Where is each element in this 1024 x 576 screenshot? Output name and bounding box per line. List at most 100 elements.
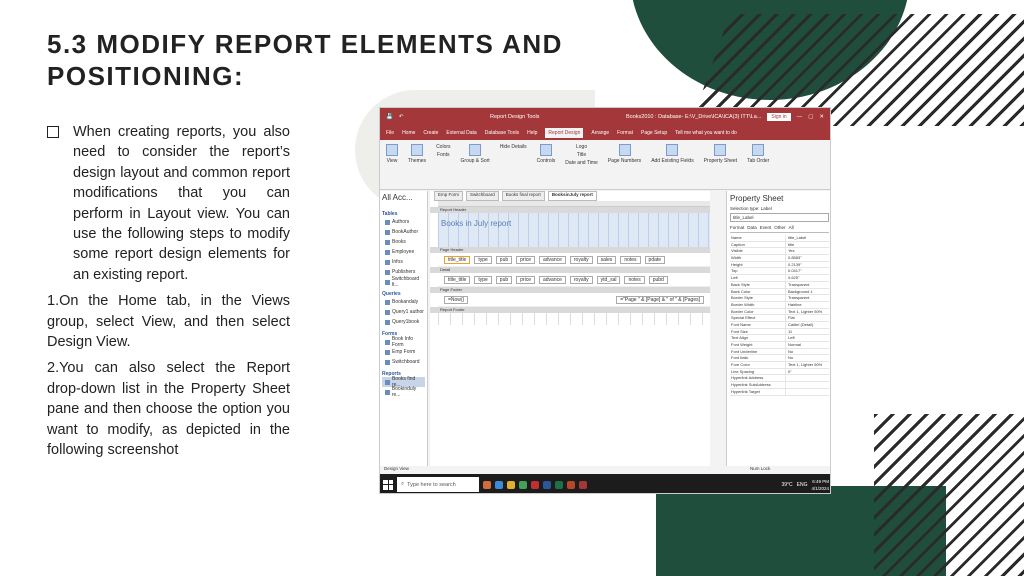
object-selector-dropdown[interactable]: title_Label	[730, 213, 829, 222]
detail-field[interactable]: price	[516, 275, 535, 284]
nav-item[interactable]: Book Info Form	[382, 336, 425, 348]
tab-external-data[interactable]: External Data	[446, 130, 476, 136]
nav-item[interactable]: Switchboard It...	[382, 276, 425, 288]
tab-report-design[interactable]: Report Design	[545, 128, 584, 138]
property-value[interactable]	[785, 375, 829, 382]
nav-item[interactable]: Infos	[382, 257, 425, 267]
header-field[interactable]: title_title	[444, 255, 471, 264]
undo-icon[interactable]: ↶	[399, 114, 404, 120]
property-row[interactable]: Fore Color Text 1, Lighter 50%	[730, 362, 829, 369]
report-title-label[interactable]: Books in July report	[441, 219, 511, 228]
group-sort-button[interactable]: Group & Sort	[461, 144, 490, 164]
property-value[interactable]: No	[785, 355, 829, 362]
header-field[interactable]: pub	[495, 255, 513, 264]
ps-tab[interactable]: All	[789, 225, 794, 232]
header-field[interactable]: pdate	[644, 255, 666, 264]
property-value[interactable]: Calibri (Detail)	[785, 321, 829, 328]
property-value[interactable]: Flat	[785, 315, 829, 321]
detail-field[interactable]: type	[474, 275, 492, 284]
nav-item[interactable]: Bookinduly re...	[382, 386, 425, 398]
themes-button[interactable]: Themes	[408, 144, 426, 164]
clock[interactable]: 6:49 PM 4/1/2024	[811, 478, 829, 492]
property-row[interactable]: Border Color Text 1, Lighter 50%	[730, 308, 829, 316]
app-icon[interactable]	[519, 480, 527, 489]
doc-tab[interactable]: Books final report	[501, 191, 545, 201]
property-value[interactable]: Background 1	[785, 288, 829, 295]
nav-item[interactable]: Employee	[382, 247, 425, 257]
doc-tab[interactable]: Emp Form	[434, 191, 464, 201]
property-value[interactable]: 0.0417"	[785, 268, 829, 275]
property-row[interactable]: Visible Yes	[730, 248, 829, 256]
tab-create[interactable]: Create	[423, 130, 438, 136]
property-row[interactable]: Hyperlink Target	[730, 388, 829, 396]
property-value[interactable]: Normal	[785, 342, 829, 348]
doc-tab-active[interactable]: BooksinJuly report	[547, 191, 597, 201]
colors-button[interactable]: Colors Fonts	[436, 144, 450, 158]
property-row[interactable]: Caption title	[730, 241, 829, 249]
save-icon[interactable]: 💾	[386, 114, 393, 120]
close-icon[interactable]: ✕	[819, 114, 824, 120]
tab-home[interactable]: Home	[402, 130, 415, 136]
detail-field[interactable]: royalty	[569, 275, 593, 284]
access-icon[interactable]	[579, 480, 587, 489]
app-icon[interactable]	[483, 480, 491, 489]
property-row[interactable]: Hyperlink Address	[730, 375, 829, 383]
ps-tab[interactable]: Event	[760, 225, 772, 232]
powerpoint-icon[interactable]	[567, 480, 575, 489]
word-icon[interactable]	[543, 480, 551, 489]
tab-database-tools[interactable]: Database Tools	[485, 130, 519, 136]
detail-field[interactable]: ytd_sal	[596, 275, 621, 284]
property-row[interactable]: Hyperlink SubAddress	[730, 382, 829, 389]
property-sheet-button[interactable]: Property Sheet	[704, 144, 737, 164]
nav-item[interactable]: Switchboard	[382, 357, 425, 367]
nav-item[interactable]: Query1 author	[382, 307, 425, 317]
tab-file[interactable]: File	[386, 130, 394, 136]
folder-icon[interactable]	[507, 480, 515, 489]
property-value[interactable]: 11	[785, 328, 829, 335]
footer-date-field[interactable]: =Now()	[444, 295, 469, 304]
maximize-icon[interactable]: ▢	[808, 114, 813, 120]
tab-page-setup[interactable]: Page Setup	[641, 130, 667, 136]
nav-item[interactable]: BookAuthor	[382, 227, 425, 237]
nav-item[interactable]: Query1book	[382, 317, 425, 327]
header-field[interactable]: type	[474, 255, 492, 264]
app-icon[interactable]	[495, 480, 503, 489]
weather-text[interactable]: 39°C	[781, 482, 792, 488]
property-value[interactable]	[785, 388, 829, 395]
property-value[interactable]: Transparent	[785, 281, 829, 288]
nav-item[interactable]: Authors	[382, 217, 425, 227]
tab-order-button[interactable]: Tab Order	[747, 144, 769, 164]
property-value[interactable]: Text 1, Lighter 50%	[785, 308, 829, 315]
hide-details-button[interactable]: Hide Details	[500, 144, 527, 150]
property-value[interactable]: Left	[785, 335, 829, 341]
property-row[interactable]: Top 0.0417"	[730, 268, 829, 276]
property-value[interactable]: title_Label	[785, 235, 829, 241]
nav-item[interactable]: Emp Form	[382, 347, 425, 357]
property-row[interactable]: Special Effect Flat	[730, 315, 829, 322]
tab-arrange[interactable]: Arrange	[591, 130, 609, 136]
property-row[interactable]: Line Spacing 0"	[730, 368, 829, 376]
property-row[interactable]: Font Name Calibri (Detail)	[730, 321, 829, 329]
property-row[interactable]: Font Size 11	[730, 328, 829, 336]
header-field[interactable]: royalty	[569, 255, 593, 264]
header-field[interactable]: advance	[538, 255, 566, 264]
property-row[interactable]: Width 0.8583"	[730, 255, 829, 262]
minimize-icon[interactable]: —	[797, 114, 803, 120]
taskbar-search[interactable]: ⌕ Type here to search	[397, 477, 479, 492]
detail-field[interactable]: pub	[495, 275, 513, 284]
doc-tab[interactable]: Switchboard	[466, 191, 499, 201]
property-value[interactable]: No	[785, 348, 829, 355]
property-value[interactable]: Transparent	[785, 295, 829, 301]
tab-help[interactable]: Help	[527, 130, 537, 136]
property-row[interactable]: Font Underline No	[730, 348, 829, 356]
detail-field[interactable]: title_title	[444, 275, 471, 284]
header-field[interactable]: notes	[620, 255, 641, 264]
page-numbers-button[interactable]: Page Numbers	[608, 144, 641, 164]
detail-field[interactable]: advance	[538, 275, 566, 284]
property-row[interactable]: Border Width Hairline	[730, 301, 829, 309]
ps-tab[interactable]: Format	[730, 225, 744, 232]
property-row[interactable]: Font Weight Normal	[730, 342, 829, 349]
property-value[interactable]: 0.8583"	[785, 255, 829, 261]
controls-group[interactable]: Controls	[537, 144, 555, 164]
header-field[interactable]: price	[516, 255, 535, 264]
